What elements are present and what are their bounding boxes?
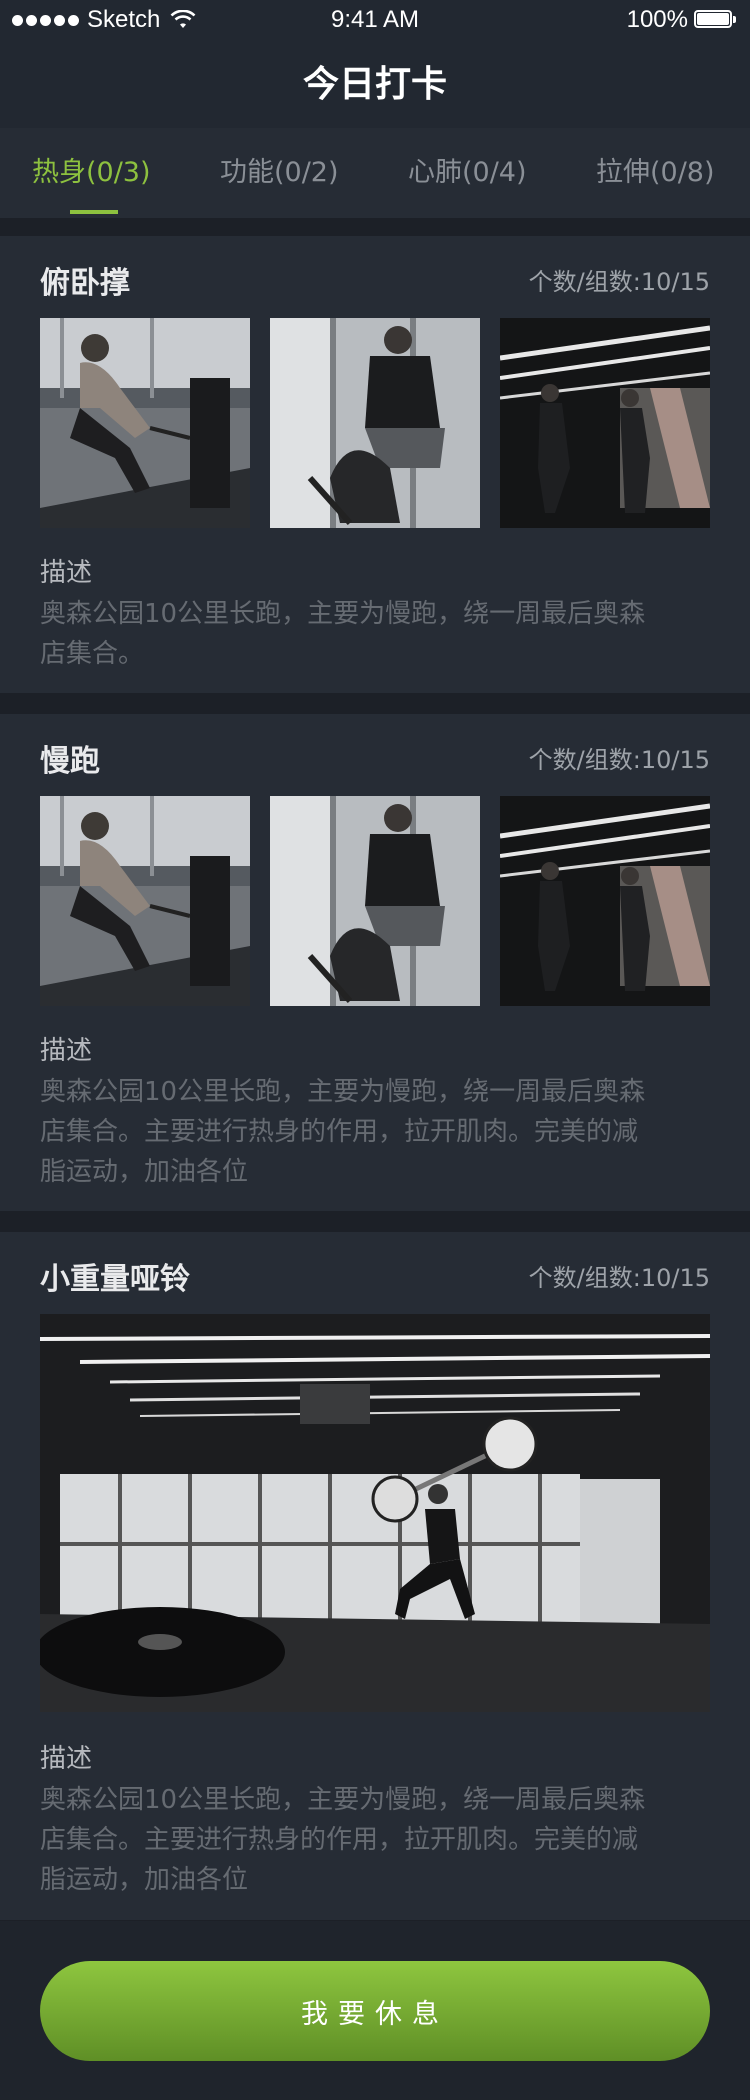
status-right: 100% [627,6,738,34]
description-line: 脂运动，加油各位 [40,1157,249,1187]
exercise-description: 奥森公园10公里长跑，主要为慢跑，绕一周最后奥森 店集合。主要进行热身的作用，拉… [40,1780,712,1900]
tab-warmup[interactable]: 热身(0/3) [32,128,151,218]
exercise-count: 个数/组数:10/15 [528,746,710,774]
exercise-photo-barbell[interactable] [40,1314,710,1712]
exercise-card[interactable]: 慢跑 个数/组数:10/15 描述 奥森公园10公里长跑，主要为慢跑，绕一周最后… [0,714,750,1211]
category-tabs: 热身(0/3) 功能(0/2) 心肺(0/4) 拉伸(0/8) [0,128,750,218]
exercise-photo-bike[interactable] [270,318,480,528]
exercise-description: 奥森公园10公里长跑，主要为慢跑，绕一周最后奥森 店集合。 [40,594,712,674]
battery-percent: 100% [626,6,688,33]
exercise-count: 个数/组数:10/15 [528,1264,710,1292]
description-label: 描述 [40,1036,93,1066]
description-line: 奥森公园10公里长跑，主要为慢跑，绕一周最后奥森 [40,599,646,629]
exercise-photos [40,318,710,528]
tab-cardio[interactable]: 心肺(0/4) [408,128,527,218]
exercise-photo-rowing[interactable] [40,318,250,528]
exercise-card[interactable]: 小重量哑铃 个数/组数:10/15 描述 奥森公园10公里长跑，主要为慢跑，绕一… [0,1232,750,1920]
exercise-card[interactable]: 俯卧撑 个数/组数:10/15 描述 奥森公园10公里长跑，主要为慢跑，绕一周最… [0,236,750,693]
description-line: 店集合。主要进行热身的作用，拉开肌肉。完美的减 [40,1825,639,1855]
description-line: 奥森公园10公里长跑，主要为慢跑，绕一周最后奥森 [40,1077,646,1107]
exercise-name: 慢跑 [40,744,100,779]
nav-bar: 今日打卡 [0,40,750,128]
description-label: 描述 [40,1744,93,1774]
exercise-photo-rowing[interactable] [40,796,250,1006]
exercise-photos [40,796,710,1006]
description-line: 店集合。主要进行热身的作用，拉开肌肉。完美的减 [40,1117,639,1147]
description-line: 奥森公园10公里长跑，主要为慢跑，绕一周最后奥森 [40,1785,646,1815]
description-line: 店集合。 [40,639,145,669]
tab-stretch[interactable]: 拉伸(0/8) [596,128,715,218]
exercise-name: 小重量哑铃 [40,1262,190,1297]
exercise-count: 个数/组数:10/15 [528,268,710,296]
exercise-photo-bike[interactable] [270,796,480,1006]
exercise-photo-gym[interactable] [500,796,710,1006]
exercise-photo-gym[interactable] [500,318,710,528]
status-bar: Sketch 9:41 AM 100% [0,0,750,40]
rest-button[interactable]: 我要休息 [40,1961,710,2061]
page-title: 今日打卡 [302,64,447,105]
active-tab-indicator [70,210,118,214]
footer-bar: 我要休息 [0,1921,750,2100]
battery-icon [694,10,738,30]
tab-function[interactable]: 功能(0/2) [220,128,339,218]
description-line: 脂运动，加油各位 [40,1865,249,1895]
description-label: 描述 [40,558,93,588]
exercise-description: 奥森公园10公里长跑，主要为慢跑，绕一周最后奥森 店集合。主要进行热身的作用，拉… [40,1072,712,1192]
exercise-name: 俯卧撑 [40,266,130,301]
